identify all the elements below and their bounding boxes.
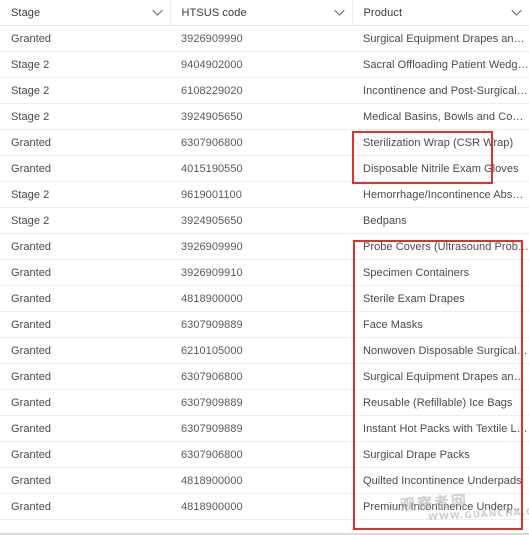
cell-stage: Stage 2 — [0, 208, 170, 234]
table-row[interactable]: Stage 26108229020Incontinence and Post-S… — [0, 78, 529, 104]
table-row[interactable]: Granted4818900000Sterile Exam Drapes — [0, 286, 529, 312]
cell-product: Disposable Nitrile Exam Gloves — [352, 156, 529, 182]
cell-stage: Granted — [0, 130, 170, 156]
cell-htsus-code: 4818900000 — [170, 494, 352, 520]
cell-stage: Stage 2 — [0, 104, 170, 130]
table-row[interactable]: Stage 29619001100Hemorrhage/Incontinence… — [0, 182, 529, 208]
cell-htsus-code: 6307909889 — [170, 312, 352, 338]
cell-product: Premium Incontinence Underpads — [352, 494, 529, 520]
cell-stage: Granted — [0, 286, 170, 312]
table-row[interactable]: Granted3926909990Surgical Equipment Drap… — [0, 26, 529, 52]
column-header-htsus-code-label: HTSUS code — [182, 7, 247, 19]
cell-stage: Granted — [0, 416, 170, 442]
cell-stage: Granted — [0, 312, 170, 338]
table-row[interactable]: Granted6307909889Face Masks — [0, 312, 529, 338]
cell-htsus-code: 6307909889 — [170, 416, 352, 442]
cell-stage: Granted — [0, 468, 170, 494]
table-row[interactable]: Granted4818900000Quilted Incontinence Un… — [0, 468, 529, 494]
table-row[interactable]: Stage 29404902000Sacral Offloading Patie… — [0, 52, 529, 78]
chevron-down-icon[interactable] — [333, 6, 346, 19]
data-table: Stage HTSUS code — [0, 0, 529, 520]
chevron-down-icon[interactable] — [151, 6, 164, 19]
cell-product: Bedpans — [352, 208, 529, 234]
cell-htsus-code: 6108229020 — [170, 78, 352, 104]
column-header-product-label: Product — [364, 7, 403, 19]
table-row[interactable]: Granted6307906800Surgical Equipment Drap… — [0, 364, 529, 390]
cell-stage: Granted — [0, 260, 170, 286]
cell-htsus-code: 3926909990 — [170, 26, 352, 52]
table-row[interactable]: Granted6307906800Sterilization Wrap (CSR… — [0, 130, 529, 156]
chevron-down-icon[interactable] — [510, 6, 523, 19]
htsus-product-table-screen: Stage HTSUS code — [0, 0, 529, 535]
cell-product: Incontinence and Post-Surgical Pants — [352, 78, 529, 104]
cell-stage: Granted — [0, 390, 170, 416]
column-header-stage-label: Stage — [11, 7, 40, 19]
cell-stage: Granted — [0, 338, 170, 364]
table-header-row: Stage HTSUS code — [0, 0, 529, 26]
cell-stage: Granted — [0, 364, 170, 390]
cell-product: Specimen Containers — [352, 260, 529, 286]
cell-product: Surgical Drape Packs — [352, 442, 529, 468]
column-header-htsus-code[interactable]: HTSUS code — [170, 0, 352, 26]
cell-stage: Granted — [0, 442, 170, 468]
cell-htsus-code: 9619001100 — [170, 182, 352, 208]
table-row[interactable]: Granted3926909910Specimen Containers — [0, 260, 529, 286]
cell-product: Surgical Equipment Drapes and Covers — [352, 26, 529, 52]
table-row[interactable]: Granted6307906800Surgical Drape Packs — [0, 442, 529, 468]
table-row[interactable]: Stage 23924905650Medical Basins, Bowls a… — [0, 104, 529, 130]
cell-htsus-code: 4818900000 — [170, 468, 352, 494]
cell-stage: Granted — [0, 234, 170, 260]
cell-product: Sacral Offloading Patient Wedges — [352, 52, 529, 78]
table-body: Granted3926909990Surgical Equipment Drap… — [0, 26, 529, 520]
cell-stage: Stage 2 — [0, 182, 170, 208]
table-row[interactable]: Granted6307909889Instant Hot Packs with … — [0, 416, 529, 442]
cell-htsus-code: 3926909910 — [170, 260, 352, 286]
cell-product: Hemorrhage/Incontinence Absorbent ... — [352, 182, 529, 208]
cell-htsus-code: 6307906800 — [170, 364, 352, 390]
cell-product: Quilted Incontinence Underpads — [352, 468, 529, 494]
cell-stage: Granted — [0, 156, 170, 182]
cell-product: Surgical Equipment Drapes and Covers — [352, 364, 529, 390]
table-row[interactable]: Granted6307909889Reusable (Refillable) I… — [0, 390, 529, 416]
cell-stage: Stage 2 — [0, 52, 170, 78]
cell-stage: Granted — [0, 494, 170, 520]
cell-product: Medical Basins, Bowls and Containers — [352, 104, 529, 130]
column-header-product[interactable]: Product — [352, 0, 529, 26]
cell-htsus-code: 6210105000 — [170, 338, 352, 364]
table-row[interactable]: Granted4818900000Premium Incontinence Un… — [0, 494, 529, 520]
cell-htsus-code: 4015190550 — [170, 156, 352, 182]
table-header: Stage HTSUS code — [0, 0, 529, 26]
cell-htsus-code: 6307909889 — [170, 390, 352, 416]
table-row[interactable]: Stage 23924905650Bedpans — [0, 208, 529, 234]
cell-htsus-code: 3924905650 — [170, 208, 352, 234]
cell-htsus-code: 6307906800 — [170, 130, 352, 156]
cell-product: Face Masks — [352, 312, 529, 338]
table-row[interactable]: Granted6210105000Nonwoven Disposable Sur… — [0, 338, 529, 364]
cell-htsus-code: 4818900000 — [170, 286, 352, 312]
cell-product: Probe Covers (Ultrasound Probe Covers) — [352, 234, 529, 260]
cell-stage: Granted — [0, 26, 170, 52]
cell-product: Reusable (Refillable) Ice Bags — [352, 390, 529, 416]
cell-htsus-code: 3924905650 — [170, 104, 352, 130]
cell-product: Sterilization Wrap (CSR Wrap) — [352, 130, 529, 156]
cell-product: Nonwoven Disposable Surgical Gowns — [352, 338, 529, 364]
column-header-stage[interactable]: Stage — [0, 0, 170, 26]
cell-htsus-code: 6307906800 — [170, 442, 352, 468]
table-row[interactable]: Granted4015190550Disposable Nitrile Exam… — [0, 156, 529, 182]
cell-product: Sterile Exam Drapes — [352, 286, 529, 312]
cell-htsus-code: 3926909990 — [170, 234, 352, 260]
cell-htsus-code: 9404902000 — [170, 52, 352, 78]
cell-stage: Stage 2 — [0, 78, 170, 104]
cell-product: Instant Hot Packs with Textile Lining — [352, 416, 529, 442]
table-row[interactable]: Granted3926909990Probe Covers (Ultrasoun… — [0, 234, 529, 260]
